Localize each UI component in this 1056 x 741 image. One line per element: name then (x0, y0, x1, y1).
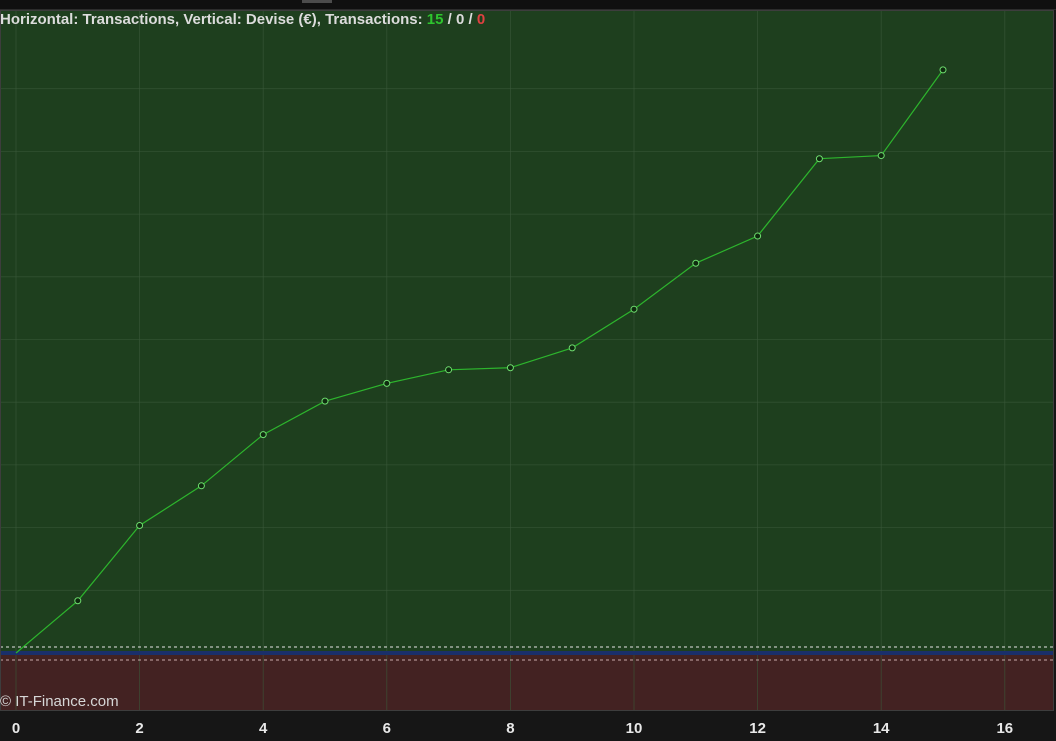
data-point (815, 155, 823, 163)
winning-trades-count: 15 (426, 11, 444, 28)
losing-trades-count: 0 (476, 11, 486, 28)
data-point (321, 397, 329, 405)
x-tick-label: 14 (873, 720, 890, 737)
x-tick-label: 0 (12, 720, 20, 737)
x-tick-label: 2 (135, 720, 143, 737)
data-point (568, 344, 576, 352)
data-point (383, 379, 391, 387)
data-point (197, 482, 205, 490)
header-prefix: Horizontal: Transactions, Vertical: Devi… (0, 11, 427, 28)
header-separator: / (464, 11, 477, 28)
x-tick-label: 8 (506, 720, 514, 737)
data-point (506, 364, 514, 372)
data-point (74, 597, 82, 605)
x-tick-label: 16 (996, 720, 1013, 737)
equity-chart: 0 2 4 6 8 10 12 14 16 (0, 10, 1054, 737)
chart-header: Horizontal: Transactions, Vertical: Devi… (0, 11, 485, 28)
profit-zone (0, 10, 1054, 653)
baseline-band (0, 651, 1054, 655)
x-tick-label: 6 (383, 720, 391, 737)
x-tick-label: 12 (749, 720, 766, 737)
data-point (939, 66, 947, 74)
x-tick-label: 4 (259, 720, 268, 737)
header-separator: / (443, 11, 456, 28)
watermark: © IT-Finance.com (0, 693, 119, 710)
data-point (445, 366, 453, 374)
loss-zone (0, 653, 1054, 711)
data-point (877, 152, 885, 160)
data-point (259, 431, 267, 439)
data-point (630, 305, 638, 313)
data-point (136, 522, 144, 530)
x-tick-label: 10 (626, 720, 643, 737)
data-point (692, 259, 700, 267)
data-point (754, 232, 762, 240)
